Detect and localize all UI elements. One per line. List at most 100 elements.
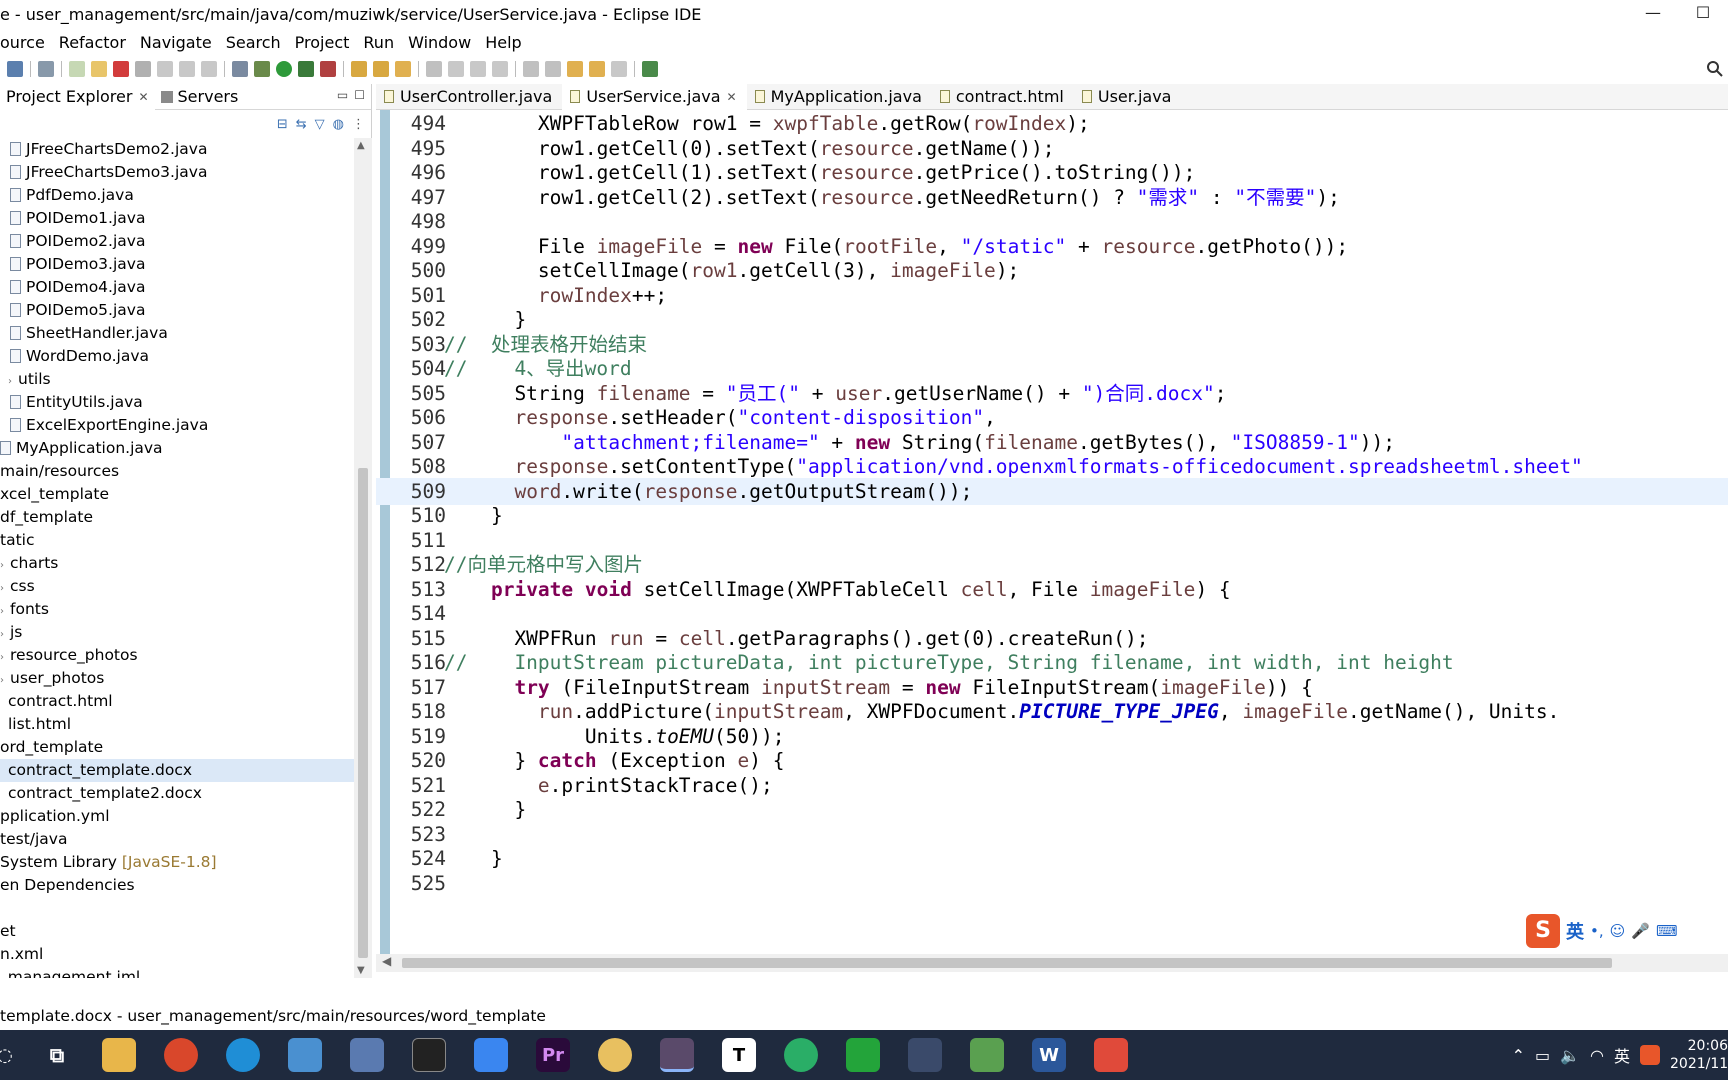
keyboard-icon[interactable]: ⌨ [1656,922,1678,940]
coverage-icon[interactable] [232,61,248,77]
tree-item[interactable]: › css [0,575,354,598]
filter-icon[interactable]: ▽ [315,117,325,132]
last-edit-location-icon[interactable] [567,61,583,77]
code-line[interactable]: 505 String filename = "员工(" + user.getUs… [376,380,1728,407]
run-icon[interactable] [276,61,292,77]
open-type-icon[interactable] [395,61,411,77]
step-over-icon[interactable] [179,61,195,77]
code-line[interactable]: 517 try (FileInputStream inputStream = n… [376,674,1728,701]
tree-item[interactable]: xcel_template [0,483,354,506]
tree-item[interactable]: › charts [0,552,354,575]
terminate-icon[interactable] [113,61,129,77]
step-return-icon[interactable] [201,61,217,77]
menu-window[interactable]: Window [408,33,480,52]
expand-arrow-icon[interactable]: › [0,577,8,600]
menu-search[interactable]: Search [226,33,290,52]
editor-tab[interactable]: MyApplication.java [747,84,932,110]
tree-item[interactable]: › fonts [0,598,354,621]
step-into-icon[interactable] [157,61,173,77]
minimize-view-icon[interactable]: ▭ [337,88,348,102]
search-icon[interactable] [1706,60,1724,78]
tree-item[interactable]: ord_template [0,736,354,759]
expand-arrow-icon[interactable]: › [0,623,8,646]
code-line[interactable]: 523 [376,821,1728,848]
close-icon[interactable]: ✕ [138,90,148,104]
show-whitespace-icon[interactable] [492,61,508,77]
editor-tab[interactable]: User.java [1074,84,1182,110]
control-panel-icon[interactable] [288,1038,322,1072]
volume-icon[interactable]: 🔈 [1560,1046,1580,1065]
expand-arrow-icon[interactable]: › [0,669,8,692]
chevron-up-icon[interactable]: ⌃ [1512,1046,1525,1065]
editor-tab[interactable]: UserService.java ✕ [562,83,747,110]
code-line[interactable]: 500 setCellImage(row1.getCell(3), imageF… [376,257,1728,284]
code-line[interactable]: 518 run.addPicture(inputStream, XWPFDocu… [376,698,1728,725]
code-line[interactable]: 525 [376,870,1728,897]
scroll-left-icon[interactable]: ◀ [382,954,391,968]
sogou-logo-icon[interactable]: S [1526,914,1560,948]
code-line[interactable]: 520 } catch (Exception e) { [376,747,1728,774]
code-line[interactable]: 504// 4、导出word [376,355,1728,382]
code-line[interactable]: 512//向单元格中写入图片 [376,551,1728,578]
terminal-icon[interactable] [412,1038,446,1072]
word-icon[interactable]: W [1032,1038,1066,1072]
task-view-icon[interactable]: ⧉ [40,1038,74,1072]
code-line[interactable]: 498 [376,208,1728,235]
next-annotation-icon[interactable] [523,61,539,77]
tree-item[interactable]: contract.html [0,690,354,713]
code-line[interactable]: 502 } [376,306,1728,333]
tab-project-explorer[interactable]: Project Explorer ✕ [0,83,155,110]
battery-icon[interactable]: ▭ [1535,1046,1550,1065]
recorder-icon[interactable] [1094,1038,1128,1072]
suspend-icon[interactable] [91,61,107,77]
scroll-down-icon[interactable]: ▼ [357,965,365,976]
code-line[interactable]: 494 XWPFTableRow row1 = xwpfTable.getRow… [376,110,1728,137]
skip-breakpoints-icon[interactable] [38,61,54,77]
toggle-mark-occurrences-icon[interactable] [426,61,442,77]
tree-item[interactable]: POIDemo5.java [0,299,354,322]
code-line[interactable]: 521 e.printStackTrace(); [376,772,1728,799]
menu-source[interactable]: ource [0,33,54,52]
tree-item[interactable]: › user_photos [0,667,354,690]
premiere-icon[interactable]: Pr [536,1038,570,1072]
tree-item[interactable]: contract_template.docx [0,759,354,782]
tree-item[interactable]: › resource_photos [0,644,354,667]
code-line[interactable]: 495 row1.getCell(0).setText(resource.get… [376,135,1728,162]
tree-item[interactable]: POIDemo1.java [0,207,354,230]
scrollbar-thumb[interactable] [358,468,368,958]
tab-servers[interactable]: Servers [155,84,245,110]
forward-icon[interactable] [611,61,627,77]
ime-toolbar[interactable]: S 英 •, ☺ 🎤 ⌨ [1526,913,1728,949]
editor-tab[interactable]: UserController.java [376,84,562,110]
tree-item[interactable]: JFreeChartsDemo3.java [0,161,354,184]
collapse-all-icon[interactable]: ⊟ [277,117,288,132]
code-line[interactable]: 519 Units.toEMU(50)); [376,723,1728,750]
code-line[interactable]: 496 row1.getCell(1).setText(resource.get… [376,159,1728,186]
open-perspective-icon[interactable] [642,61,658,77]
input-language[interactable]: 英 [1614,1043,1630,1067]
new-java-class-icon[interactable] [373,61,389,77]
tree-item[interactable]: list.html [0,713,354,736]
screenshot-icon[interactable] [908,1038,942,1072]
archive-icon[interactable] [350,1038,384,1072]
link-with-editor-icon[interactable]: ⇆ [296,117,307,132]
notes-icon[interactable] [474,1038,508,1072]
tree-item[interactable]: WordDemo.java [0,345,354,368]
scrollbar-thumb[interactable] [402,958,1612,968]
game-icon[interactable] [598,1038,632,1072]
code-line[interactable]: 511 [376,527,1728,554]
disconnect-icon[interactable] [135,61,151,77]
previous-annotation-icon[interactable] [545,61,561,77]
maximize-button[interactable]: ☐ [1678,0,1728,28]
editor-horizontal-scrollbar[interactable]: ◀ [376,954,1728,972]
expand-arrow-icon[interactable]: › [8,370,16,393]
emoji-icon[interactable]: ☺ [1610,922,1626,940]
tree-item[interactable]: › js [0,621,354,644]
run-external-icon[interactable] [298,61,314,77]
tree-item[interactable]: _management.iml [0,966,354,978]
code-line[interactable]: 507 "attachment;filename=" + new String(… [376,429,1728,456]
code-line[interactable]: 516// InputStream pictureData, int pictu… [376,649,1728,676]
tree-item[interactable]: tatic [0,529,354,552]
tree-item[interactable]: pplication.yml [0,805,354,828]
tree-item[interactable]: EntityUtils.java [0,391,354,414]
